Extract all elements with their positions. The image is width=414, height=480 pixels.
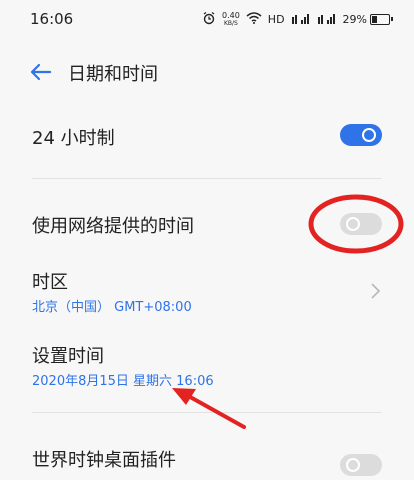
setting-24-hour-label: 24 小时制 [32, 128, 115, 149]
back-arrow-icon[interactable] [26, 58, 54, 86]
toggle-world-clock[interactable] [340, 454, 382, 476]
battery-percent: 29% [342, 13, 367, 26]
status-bar: 16:06 0.40 KB/S HD 29% [0, 0, 414, 38]
network-speed-unit: KB/S [223, 19, 238, 27]
setting-timezone[interactable]: 时区 北京（中国） GMT+08:00 [0, 266, 414, 318]
toggle-24-hour[interactable] [340, 124, 382, 146]
battery-icon [370, 14, 393, 25]
battery: 29% [342, 13, 393, 26]
setting-world-clock[interactable]: 世界时钟桌面插件 [0, 440, 414, 480]
wifi-icon [246, 12, 262, 27]
signal-icon-2 [317, 12, 337, 27]
signal-icon [291, 12, 311, 27]
page-title: 日期和时间 [68, 64, 158, 85]
setting-24-hour-format[interactable]: 24 小时制 [0, 112, 414, 162]
chevron-right-icon [368, 282, 382, 300]
setting-timezone-value: 北京（中国） GMT+08:00 [32, 300, 192, 315]
network-speed-value: 0.40 [221, 10, 240, 20]
annotation-arrow-line [181, 391, 246, 429]
setting-set-time-label: 设置时间 [32, 346, 104, 367]
hd-label: HD [267, 13, 285, 26]
setting-set-time-value: 2020年8月15日 星期六 16:06 [32, 374, 214, 389]
setting-network-time-label: 使用网络提供的时间 [32, 216, 194, 237]
setting-set-time[interactable]: 设置时间 2020年8月15日 星期六 16:06 [0, 340, 414, 392]
status-time: 16:06 [30, 10, 74, 28]
setting-world-clock-label: 世界时钟桌面插件 [32, 450, 176, 471]
network-speed: 0.40 KB/S [221, 10, 240, 28]
alarm-icon [202, 11, 216, 28]
toggle-knob [362, 128, 376, 142]
setting-network-time[interactable]: 使用网络提供的时间 [0, 200, 414, 250]
divider [32, 178, 382, 179]
toggle-knob [346, 217, 360, 231]
status-icons: 0.40 KB/S HD 29% [202, 10, 393, 28]
setting-timezone-label: 时区 [32, 272, 68, 293]
toggle-network-time[interactable] [340, 213, 382, 235]
app-header: 日期和时间 [0, 52, 414, 92]
divider [32, 412, 382, 413]
toggle-knob [346, 458, 360, 472]
